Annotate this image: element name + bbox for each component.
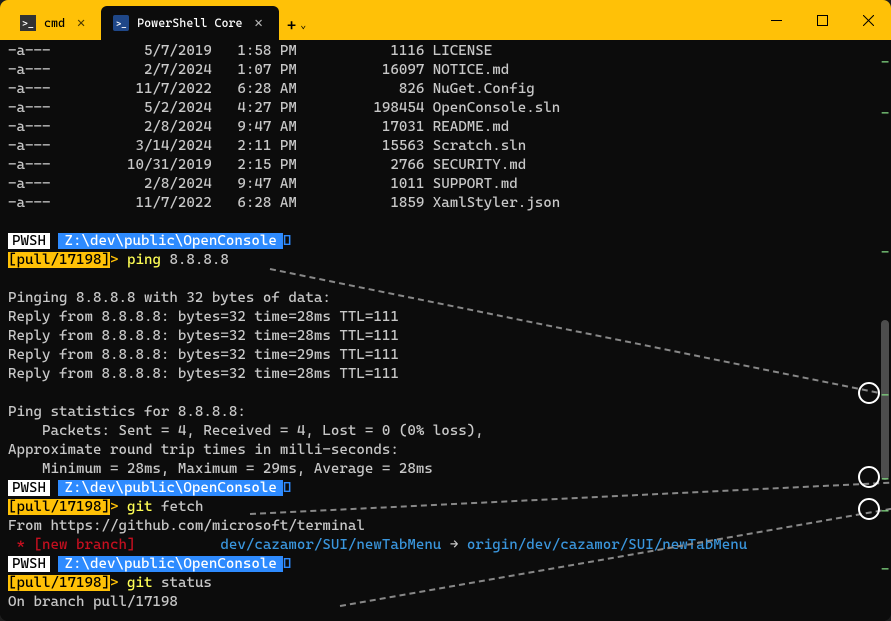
branch-badge: [pull/17198] — [8, 252, 110, 268]
mark-dot: - — [881, 388, 887, 404]
output-line: Ping statistics for 8.8.8.8: — [8, 403, 883, 422]
command: ping — [127, 252, 161, 268]
mark-dot: - — [881, 106, 887, 122]
chevron-down-icon: ⌄ — [300, 20, 306, 31]
window-controls — [753, 0, 891, 40]
cmd-icon: >_ — [20, 15, 36, 31]
prompt: PWSH Z:\dev\public\OpenConsole — [8, 556, 291, 572]
svg-text:>_: >_ — [116, 20, 127, 30]
terminal-pane[interactable]: -a--- 5/7/2019 1:58 PM 1116 LICENSE-a---… — [0, 40, 891, 621]
branch-badge: [pull/17198] — [8, 499, 110, 515]
close-icon[interactable]: ✕ — [73, 15, 89, 31]
tab-label: cmd — [44, 16, 65, 30]
output-line: On branch pull/17198 — [8, 593, 883, 612]
file-row: -a--- 2/7/2024 1:07 PM 16097 NOTICE.md — [8, 61, 883, 80]
file-row: -a--- 10/31/2019 2:15 PM 2766 SECURITY.m… — [8, 156, 883, 175]
command: git — [127, 499, 153, 515]
close-button[interactable] — [845, 0, 891, 40]
plus-icon: + — [287, 16, 296, 35]
output-line: * [new branch] dev/cazamor/SUI/newTabMen… — [8, 536, 883, 555]
scrollbar[interactable] — [879, 40, 891, 621]
titlebar: >_ cmd ✕ >_ PowerShell Core ✕ +⌄ — [0, 0, 891, 40]
prompt: PWSH Z:\dev\public\OpenConsole — [8, 480, 291, 496]
maximize-button[interactable] — [799, 0, 845, 40]
output-line: Reply from 8.8.8.8: bytes=32 time=28ms T… — [8, 327, 883, 346]
command: git — [127, 575, 153, 591]
file-row: -a--- 5/2/2024 4:27 PM 198454 OpenConsol… — [8, 99, 883, 118]
tab-cmd[interactable]: >_ cmd ✕ — [8, 6, 101, 40]
output-line: Packets: Sent = 4, Received = 4, Lost = … — [8, 422, 883, 441]
mark-dot: - — [881, 55, 887, 71]
pwsh-icon: >_ — [113, 15, 129, 31]
tab-powershell-core[interactable]: >_ PowerShell Core ✕ — [101, 6, 278, 40]
output-line: Approximate round trip times in milli-se… — [8, 441, 883, 460]
output-line: Reply from 8.8.8.8: bytes=32 time=29ms T… — [8, 346, 883, 365]
file-row: -a--- 2/8/2024 9:47 AM 17031 README.md — [8, 118, 883, 137]
mark-dot: - — [881, 504, 887, 520]
new-tab-button[interactable]: +⌄ — [279, 6, 315, 40]
file-row: -a--- 5/7/2019 1:58 PM 1116 LICENSE — [8, 42, 883, 61]
annotation-circle — [858, 498, 880, 520]
tab-label: PowerShell Core — [137, 16, 242, 30]
mark-dot: - — [881, 245, 887, 261]
output-line: Minimum = 28ms, Maximum = 29ms, Average … — [8, 460, 883, 479]
svg-text:>_: >_ — [22, 19, 34, 30]
file-row: -a--- 3/14/2024 2:11 PM 15563 Scratch.sl… — [8, 137, 883, 156]
file-row: -a--- 11/7/2022 6:28 AM 1859 XamlStyler.… — [8, 194, 883, 213]
prompt: PWSH Z:\dev\public\OpenConsole — [8, 233, 291, 249]
mark-dot: - — [881, 472, 887, 488]
minimize-button[interactable] — [753, 0, 799, 40]
file-row: -a--- 2/8/2024 9:47 AM 1011 SUPPORT.md — [8, 175, 883, 194]
tab-strip: >_ cmd ✕ >_ PowerShell Core ✕ +⌄ — [0, 0, 315, 40]
close-icon[interactable]: ✕ — [251, 15, 267, 31]
mark-dot: - — [881, 562, 887, 578]
annotation-circle — [858, 466, 880, 488]
file-row: -a--- 11/7/2022 6:28 AM 826 NuGet.Config — [8, 80, 883, 99]
branch-badge: [pull/17198] — [8, 575, 110, 591]
annotation-circle — [858, 382, 880, 404]
output-line: Reply from 8.8.8.8: bytes=32 time=28ms T… — [8, 308, 883, 327]
